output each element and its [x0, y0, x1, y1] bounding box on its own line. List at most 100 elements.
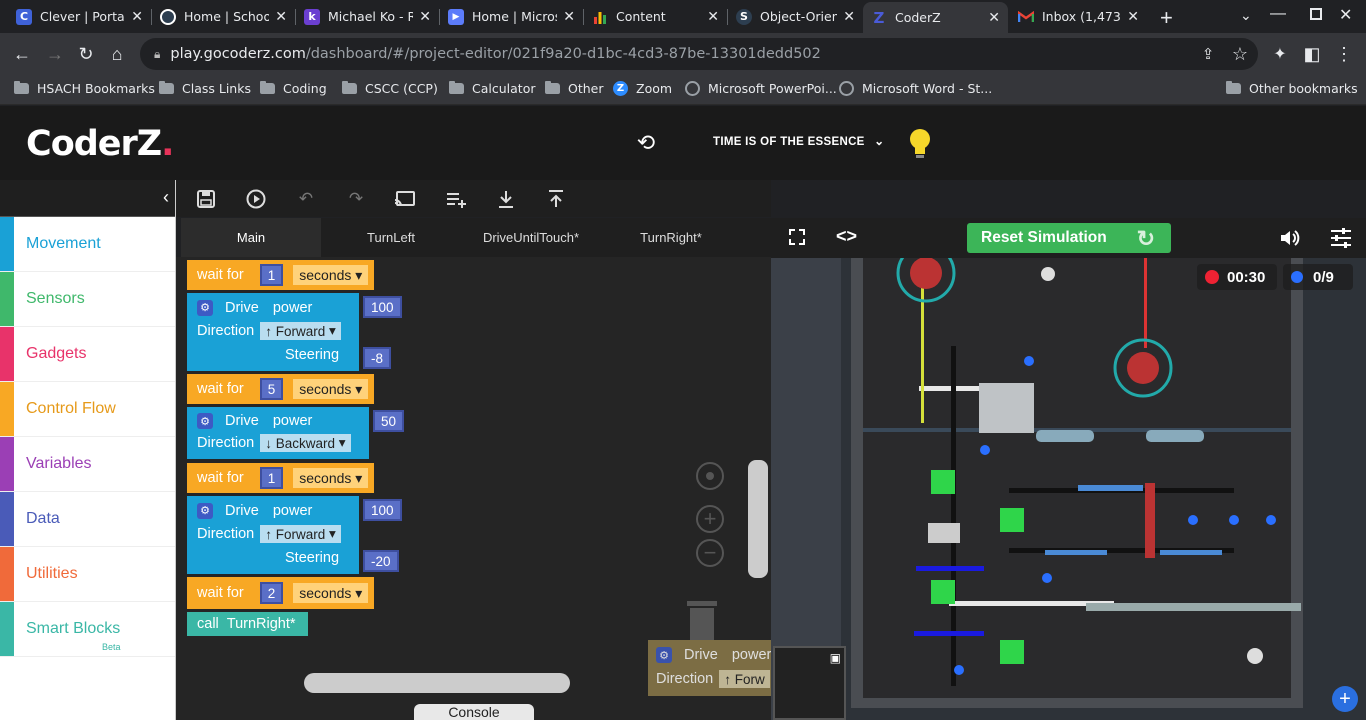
- lightbulb-icon[interactable]: [906, 125, 934, 159]
- tab-main[interactable]: Main: [181, 218, 321, 257]
- settings-sliders-icon[interactable]: [1330, 228, 1352, 248]
- category-control-flow[interactable]: Control Flow: [0, 382, 175, 437]
- wait-seconds-input[interactable]: 1: [259, 264, 284, 286]
- bookmark-cscc[interactable]: CSCC (CCP): [342, 81, 438, 96]
- close-icon[interactable]: ✕: [275, 9, 287, 25]
- wait-seconds-input[interactable]: 2: [259, 582, 284, 604]
- recenter-icon[interactable]: [696, 462, 724, 490]
- add-playlist-icon[interactable]: [445, 188, 467, 210]
- close-icon[interactable]: ✕: [419, 9, 431, 25]
- direction-dropdown[interactable]: ↓ Backward ▾: [260, 434, 351, 453]
- undo-icon[interactable]: ↶: [295, 188, 317, 210]
- console-toggle[interactable]: Console: [414, 704, 534, 720]
- tab-driveuntiltouch[interactable]: DriveUntilTouch*: [461, 218, 601, 257]
- close-icon[interactable]: ✕: [707, 9, 719, 25]
- floating-drive-block[interactable]: ⚙ Drive power Direction ↑ Forw: [648, 640, 771, 696]
- bookmark-word[interactable]: Microsoft Word - St...: [839, 81, 992, 96]
- history-icon[interactable]: ⟲: [634, 130, 658, 155]
- share-icon[interactable]: ⇪: [1197, 43, 1219, 65]
- extensions-icon[interactable]: ✦: [1269, 43, 1291, 65]
- save-icon[interactable]: [195, 188, 217, 210]
- bookmark-other-bookmarks[interactable]: Other bookmarks: [1226, 81, 1358, 96]
- simulation-view[interactable]: ▣ +: [771, 258, 1366, 720]
- fullscreen-icon[interactable]: [789, 229, 805, 245]
- bookmark-powerpoint[interactable]: Microsoft PowerPoi...: [685, 81, 837, 96]
- category-data[interactable]: Data: [0, 492, 175, 547]
- wait-seconds-input[interactable]: 1: [259, 467, 284, 489]
- side-panel-icon[interactable]: ◧: [1301, 43, 1323, 65]
- tab-content[interactable]: Content ✕: [584, 3, 727, 30]
- bookmark-hsach[interactable]: HSACH Bookmarks: [14, 81, 155, 96]
- close-icon[interactable]: ✕: [988, 10, 1000, 26]
- forward-icon[interactable]: →: [44, 43, 66, 65]
- bookmark-class-links[interactable]: Class Links: [159, 81, 251, 96]
- close-icon[interactable]: ✕: [563, 9, 575, 25]
- bookmark-coding[interactable]: Coding: [260, 81, 327, 96]
- trash-icon[interactable]: [681, 597, 723, 641]
- category-sensors[interactable]: Sensors: [0, 272, 175, 327]
- tab-microsoft[interactable]: ▶ Home | Micros ✕: [440, 3, 583, 30]
- blocks-workspace[interactable]: wait for 1 seconds ▾ ⚙ Drive power Directi…: [176, 257, 771, 720]
- tab-schoology-home[interactable]: S Home | Schoo ✕: [152, 3, 295, 30]
- tab-clever[interactable]: C Clever | Portal ✕: [8, 3, 151, 30]
- bookmark-zoom[interactable]: Z Zoom: [613, 81, 672, 96]
- unit-dropdown[interactable]: seconds ▾: [293, 265, 369, 285]
- camera-icon[interactable]: ▣: [830, 651, 841, 665]
- tab-turnleft[interactable]: TurnLeft: [321, 218, 461, 257]
- power-input[interactable]: 100: [363, 296, 402, 318]
- window-close-icon[interactable]: ✕: [1339, 5, 1352, 25]
- category-movement[interactable]: Movement: [0, 217, 175, 272]
- unit-dropdown[interactable]: seconds ▾: [293, 468, 369, 488]
- code-view-icon[interactable]: <>: [836, 226, 857, 247]
- add-camera-button[interactable]: +: [1332, 686, 1358, 712]
- drive-block[interactable]: ⚙ Drive power Direction ↓ Backward ▾: [187, 407, 369, 459]
- wait-block[interactable]: wait for 5 seconds ▾: [187, 374, 374, 404]
- back-icon[interactable]: ←: [11, 43, 33, 65]
- upload-icon[interactable]: [545, 188, 567, 210]
- coderz-logo[interactable]: CoderZ.: [26, 124, 174, 164]
- category-utilities[interactable]: Utilities: [0, 547, 175, 602]
- category-gadgets[interactable]: Gadgets: [0, 327, 175, 382]
- bookmark-other[interactable]: Other: [545, 81, 604, 96]
- zoom-out-icon[interactable]: −: [696, 539, 724, 567]
- call-function-block[interactable]: call TurnRight*: [187, 612, 308, 636]
- tab-gmail[interactable]: Inbox (1,473) - ✕: [1010, 3, 1147, 30]
- wait-block[interactable]: wait for 1 seconds ▾: [187, 463, 374, 493]
- volume-icon[interactable]: [1279, 227, 1301, 249]
- minimize-icon[interactable]: —: [1270, 5, 1286, 23]
- tab-coderz[interactable]: Z CoderZ ✕: [863, 2, 1008, 33]
- drive-block[interactable]: ⚙ Drive power Direction ↑ Forward ▾ Steerin…: [187, 496, 359, 574]
- steering-input[interactable]: -20: [363, 550, 399, 572]
- wait-block[interactable]: wait for 1 seconds ▾: [187, 260, 374, 290]
- steering-input[interactable]: -8: [363, 347, 392, 369]
- vertical-scrollbar[interactable]: [748, 460, 768, 578]
- tab-search-icon[interactable]: ⌄: [1240, 7, 1252, 24]
- direction-dropdown[interactable]: ↑ Forward ▾: [260, 322, 341, 341]
- home-icon[interactable]: ⌂: [106, 43, 128, 65]
- power-input[interactable]: 50: [373, 410, 405, 432]
- new-tab-button[interactable]: +: [1160, 5, 1173, 31]
- maximize-icon[interactable]: [1310, 8, 1322, 20]
- unit-dropdown[interactable]: seconds ▾: [293, 379, 369, 399]
- drive-block[interactable]: ⚙ Drive power Direction ↑ Forward ▾ Steerin…: [187, 293, 359, 371]
- category-variables[interactable]: Variables: [0, 437, 175, 492]
- menu-icon[interactable]: ⋮: [1333, 43, 1355, 65]
- zoom-in-icon[interactable]: +: [696, 505, 724, 533]
- url-field[interactable]: 🔒︎ play.gocoderz.com/dashboard/#/project…: [140, 38, 1258, 70]
- bookmark-star-icon[interactable]: ☆: [1229, 43, 1251, 65]
- wait-block[interactable]: wait for 2 seconds ▾: [187, 577, 374, 609]
- mission-selector[interactable]: TIME IS OF THE ESSENCE ⌄: [713, 134, 885, 148]
- category-smart-blocks[interactable]: Smart Blocks Beta: [0, 602, 175, 657]
- reload-icon[interactable]: ↻: [75, 43, 97, 65]
- wait-seconds-input[interactable]: 5: [259, 378, 284, 400]
- cast-icon[interactable]: [394, 188, 416, 210]
- power-input[interactable]: 100: [363, 499, 402, 521]
- horizontal-scrollbar[interactable]: [304, 673, 570, 693]
- tab-turnright[interactable]: TurnRight*: [601, 218, 741, 257]
- bookmark-calculator[interactable]: Calculator: [449, 81, 535, 96]
- reset-simulation-button[interactable]: Reset Simulation ↻: [967, 223, 1171, 253]
- close-icon[interactable]: ✕: [1127, 9, 1139, 25]
- download-icon[interactable]: [495, 188, 517, 210]
- close-icon[interactable]: ✕: [843, 9, 855, 25]
- unit-dropdown[interactable]: seconds ▾: [293, 583, 369, 603]
